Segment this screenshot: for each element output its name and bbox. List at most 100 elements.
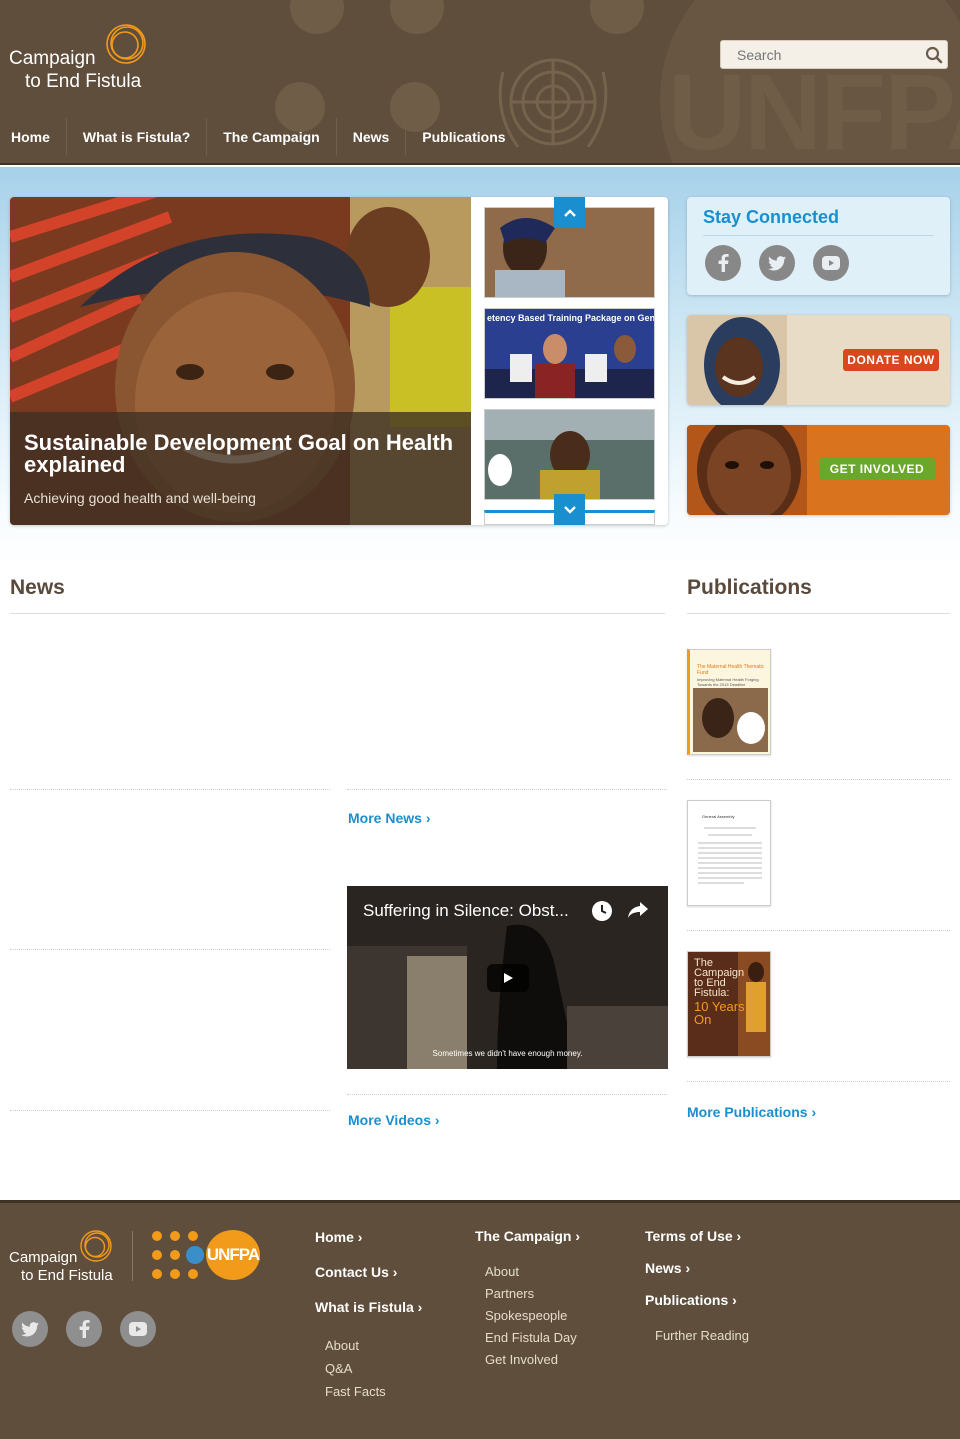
pub-header: General Assembly [702, 814, 735, 819]
nav-what-is-fistula[interactable]: What is Fistula? [65, 118, 206, 156]
more-news-link[interactable]: More News › [348, 810, 430, 826]
footer-link-label: Home [315, 1229, 354, 1245]
pub-title: The Maternal Health Thematic Fund [697, 664, 765, 676]
footer-link-qa[interactable]: Q&A [325, 1361, 352, 1376]
footer-link-publications[interactable]: Publications › [645, 1292, 737, 1308]
more-publications-link[interactable]: More Publications › [687, 1104, 816, 1120]
slide-caption: Sustainable Development Goal on Health e… [10, 412, 471, 525]
search-icon[interactable] [925, 46, 943, 64]
play-icon [504, 973, 513, 983]
logo-ring-icon [80, 1230, 112, 1262]
footer-link-contact[interactable]: Contact Us › [315, 1264, 397, 1280]
watch-later-icon[interactable] [591, 900, 613, 922]
more-news-label: More News [348, 810, 422, 826]
facebook-button[interactable] [705, 245, 741, 281]
footer-link-fast-facts[interactable]: Fast Facts [325, 1384, 386, 1399]
footer-link-what-is-fistula[interactable]: What is Fistula › [315, 1299, 422, 1315]
pub-text-lines [698, 827, 762, 884]
get-involved-button[interactable]: GET INVOLVED [819, 458, 935, 480]
share-icon[interactable] [626, 900, 650, 920]
footer-link-label: News [645, 1260, 682, 1276]
footer-link-campaign-about[interactable]: About [485, 1264, 519, 1279]
site-footer: Campaign to End Fistula UNFPA Home › Con… [0, 1200, 960, 1439]
video-title[interactable]: Suffering in Silence: Obst... [363, 901, 589, 921]
footer-twitter-button[interactable] [12, 1311, 48, 1347]
search-box [720, 40, 948, 69]
stay-connected-title: Stay Connected [703, 207, 840, 227]
footer-link-spokespeople[interactable]: Spokespeople [485, 1308, 567, 1323]
twitter-icon [21, 1321, 39, 1337]
publication-cover-1[interactable]: The Maternal Health Thematic Fund Improv… [687, 649, 771, 755]
news-item-divider [347, 789, 667, 790]
thumb-photo [485, 410, 654, 499]
nav-home[interactable]: Home [0, 118, 66, 156]
publication-divider [687, 1081, 950, 1082]
footer-link-end-fistula-day[interactable]: End Fistula Day [485, 1330, 577, 1345]
footer-logo-line1: Campaign [9, 1249, 78, 1266]
more-videos-link[interactable]: More Videos › [348, 1112, 440, 1128]
publication-cover-2[interactable]: General Assembly [687, 800, 771, 906]
publication-cover-3[interactable]: The Campaign to End Fistula: 10 Years On [687, 951, 771, 1057]
site-header: UNFPA Campaign to End Fistula Home What … [0, 0, 960, 165]
more-videos-label: More Videos [348, 1112, 431, 1128]
footer-youtube-button[interactable] [120, 1311, 156, 1347]
unfpa-watermark: UNFPA [668, 51, 960, 166]
slider-thumb-3[interactable] [484, 409, 655, 500]
twitter-button[interactable] [759, 245, 795, 281]
publication-divider [687, 779, 950, 780]
logo-text-line1: Campaign [9, 48, 96, 69]
pub-photo [693, 688, 768, 752]
thumb-text: etency Based Training Package on Gender … [487, 313, 655, 323]
get-involved-banner[interactable]: GET INVOLVED [687, 425, 950, 515]
nav-the-campaign[interactable]: The Campaign [206, 118, 335, 156]
publication-divider [687, 930, 950, 931]
slide-image[interactable]: Sustainable Development Goal on Health e… [10, 197, 471, 525]
pub-subtitle: Improving Maternal Health Forging Toward… [697, 677, 759, 687]
unfpa-logo[interactable]: UNFPA [150, 1228, 262, 1283]
footer-link-the-campaign[interactable]: The Campaign › [475, 1228, 580, 1244]
nav-publications[interactable]: Publications [405, 118, 521, 156]
footer-link-label: Terms of Use [645, 1228, 733, 1244]
pub-years: 10 Years On [694, 999, 745, 1027]
footer-link-terms[interactable]: Terms of Use › [645, 1228, 741, 1244]
news-item-divider [10, 789, 330, 790]
facebook-icon [79, 1320, 90, 1338]
news-divider [10, 613, 665, 614]
chevron-right-icon: › [434, 1112, 440, 1128]
search-input[interactable] [721, 41, 921, 68]
footer-link-home[interactable]: Home › [315, 1229, 362, 1245]
footer-link-label: Contact Us [315, 1264, 389, 1280]
footer-facebook-button[interactable] [66, 1311, 102, 1347]
footer-logo[interactable]: Campaign to End Fistula [9, 1228, 119, 1286]
site-logo[interactable]: Campaign to End Fistula [9, 20, 149, 95]
donate-banner[interactable]: DONATE NOW [687, 315, 950, 405]
pub-title: The Campaign to End Fistula: [694, 957, 745, 999]
news-item-divider [347, 1094, 667, 1095]
unfpa-badge: UNFPA [206, 1230, 260, 1280]
video-player[interactable]: Suffering in Silence: Obst... Sometimes … [347, 886, 668, 1069]
chevron-right-icon: › [811, 1104, 817, 1120]
footer-link-news[interactable]: News › [645, 1260, 690, 1276]
footer-link-label: What is Fistula [315, 1299, 414, 1315]
play-button[interactable] [487, 964, 529, 992]
news-section-title: News [10, 576, 65, 599]
decor-dot [390, 0, 444, 34]
youtube-icon [822, 256, 840, 270]
donate-now-button[interactable]: DONATE NOW [843, 349, 939, 371]
footer-link-about[interactable]: About [325, 1338, 359, 1353]
nav-news[interactable]: News [335, 118, 406, 156]
slider-down-button[interactable] [554, 494, 585, 525]
slide-subtitle: Achieving good health and well-being [24, 490, 256, 506]
decor-dot [290, 0, 344, 34]
slide-title[interactable]: Sustainable Development Goal on Health e… [24, 432, 457, 476]
youtube-button[interactable] [813, 245, 849, 281]
footer-link-partners[interactable]: Partners [485, 1286, 534, 1301]
unfpa-dots-icon [152, 1231, 204, 1279]
footer-link-further-reading[interactable]: Further Reading [655, 1328, 749, 1343]
publications-divider [687, 613, 950, 614]
footer-link-get-involved[interactable]: Get Involved [485, 1352, 558, 1367]
chevron-up-icon [563, 208, 576, 217]
facebook-icon [718, 254, 729, 272]
slider-up-button[interactable] [554, 197, 585, 228]
slider-thumb-2[interactable]: etency Based Training Package on Gender … [484, 308, 655, 399]
